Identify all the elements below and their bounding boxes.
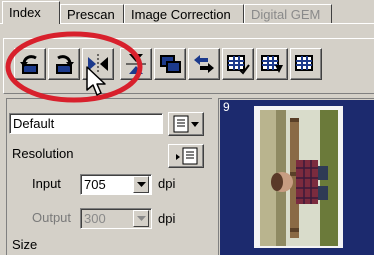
select-frames-icon (160, 55, 181, 73)
frame-number: 9 (223, 100, 230, 114)
flip-vertical-button[interactable] (120, 48, 152, 80)
toolbar (3, 38, 374, 94)
preset-menu-button[interactable] (168, 112, 204, 136)
output-resolution-value: 300 (84, 211, 106, 226)
tab-index-label: Index (9, 5, 41, 20)
cursor-arrow-icon (86, 66, 106, 96)
tab-index[interactable]: Index (2, 1, 60, 24)
tab-bar: Index Prescan Image Correction Digital G… (0, 0, 374, 24)
grid-check-button[interactable] (222, 48, 254, 80)
input-resolution-dropdown[interactable] (133, 176, 149, 193)
tab-digital-gem-label: Digital GEM (251, 7, 321, 22)
grid-icon (295, 55, 313, 71)
resolution-list-icon (176, 147, 198, 165)
output-resolution-dropdown (133, 210, 149, 227)
tab-prescan[interactable]: Prescan (60, 4, 124, 23)
resolution-label: Resolution (12, 146, 74, 161)
size-label: Size (12, 237, 38, 252)
grid-check-2-button[interactable] (256, 48, 288, 80)
swap-button[interactable] (188, 48, 220, 80)
rotate-right-icon (56, 55, 74, 74)
grid-check-2-icon (261, 55, 283, 73)
swap-icon (194, 55, 214, 73)
select-frames-button[interactable] (154, 48, 186, 80)
grid-button[interactable] (290, 48, 322, 80)
input-label: Input (32, 176, 61, 191)
preset-field[interactable]: Default (9, 113, 163, 134)
tab-digital-gem: Digital GEM (244, 4, 332, 23)
resolution-settings-button[interactable] (168, 144, 204, 168)
chevron-down-icon (137, 182, 146, 187)
tab-image-correction-label: Image Correction (131, 7, 231, 22)
chevron-down-icon-disabled (137, 216, 146, 221)
output-unit: dpi (158, 211, 176, 226)
rotate-left-button[interactable] (14, 48, 46, 80)
tab-image-correction[interactable]: Image Correction (124, 4, 244, 23)
thumbnail-photo (260, 110, 338, 246)
input-resolution-value: 705 (84, 177, 106, 192)
grid-check-icon (227, 55, 250, 75)
rotate-left-icon (20, 55, 38, 74)
output-label: Output (32, 210, 72, 225)
flip-vertical-icon (126, 54, 146, 74)
list-menu-icon (173, 115, 199, 133)
input-unit: dpi (158, 176, 176, 191)
tab-prescan-label: Prescan (67, 7, 115, 22)
rotate-right-button[interactable] (48, 48, 80, 80)
preset-value: Default (13, 116, 55, 131)
